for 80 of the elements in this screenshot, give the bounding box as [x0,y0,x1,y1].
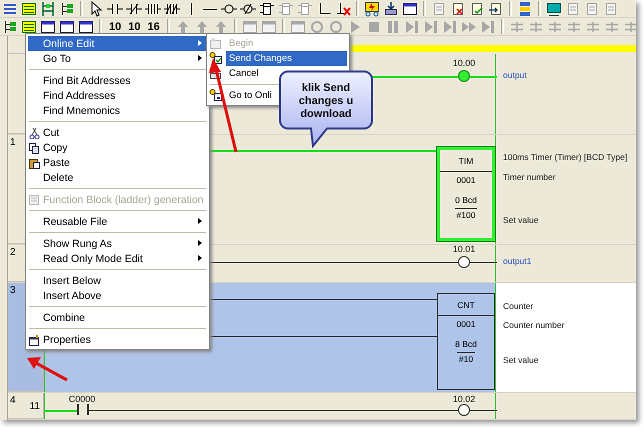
document-icon[interactable] [450,0,466,16]
number-base-button[interactable]: 10 [126,20,142,32]
go-online-icon [209,89,222,102]
rung-number: 4 [10,395,16,406]
address-label: 10.02 [452,394,476,404]
address-label: C0000 [68,394,96,404]
submenu-arrow-icon [198,255,202,261]
menu-item[interactable]: Combine [28,310,207,325]
window-icon[interactable] [59,18,75,34]
tree-icon[interactable] [2,18,18,34]
menu-item[interactable]: Copy [28,140,207,155]
scissors-icon [28,126,40,138]
window-icon[interactable] [402,0,418,16]
menu-item[interactable]: Find Addresses [28,88,207,103]
window-icon[interactable] [78,18,94,34]
rung-comment: Set value [503,215,538,225]
menu-item[interactable]: Online Edit [28,36,207,51]
menu-item[interactable]: Properties [28,332,207,347]
function-block-icon [28,194,40,206]
rung-list-icon[interactable] [21,0,37,16]
rung-comment: 100ms Timer (Timer) [BCD Type] [503,152,628,162]
rung-comment: output [503,70,527,80]
menu-item[interactable]: Read Only Mode Edit [28,251,207,266]
rung-comment: Counter number [503,320,564,330]
rung-wire [470,76,497,78]
submenu-arrow-icon [198,218,202,224]
tree-icon[interactable] [59,0,75,16]
menu-item[interactable]: Find Mnemonics [28,103,207,118]
copy-icon [28,142,40,154]
delete-icon[interactable] [335,0,351,16]
submenu-arrow-icon [198,240,202,246]
rung-list-icon[interactable] [21,18,37,34]
menu-item[interactable]: Insert Below [28,273,207,288]
callout-text: klik Send changes u download [298,82,354,121]
rung-wire [470,410,497,411]
download-icon[interactable] [383,0,399,16]
rung-comment: Set value [503,355,538,365]
operand-label: 0001 [456,319,476,329]
document-icon[interactable] [488,0,504,16]
menu-item[interactable]: Find Bit Addresses [28,73,207,88]
begin-icon [209,37,222,50]
step-number: 11 [30,401,40,412]
operand-label: 0001 [456,175,476,185]
address-label: 10.01 [452,244,476,254]
instruction-label: CNT [457,300,475,310]
submenu-arrow-icon [198,40,202,46]
set-value-label: #10 [456,352,476,364]
monitor-icon[interactable] [546,0,562,16]
submenu-arrow-icon [198,55,202,61]
properties-icon [28,334,40,346]
rung-number: 2 [10,247,16,258]
menu-item[interactable]: Go To [28,51,207,66]
paste-icon [28,156,40,168]
menu-item[interactable]: Reusable File [28,214,207,229]
ladder-icon[interactable] [40,0,56,16]
menu-item[interactable]: Cut [28,125,207,140]
menu-item[interactable]: Delete [28,170,207,185]
contact-symbol [77,404,89,415]
menu-item[interactable]: Paste [28,155,207,170]
number-base-button[interactable]: 10 [107,20,124,32]
present-value-label: 0 Bcd [455,195,477,205]
rung-wire [470,262,497,263]
set-value-label: #100 [454,208,478,220]
document-icon[interactable] [469,0,485,16]
present-value-label: 8 Bcd [455,339,477,349]
rung-number: 1 [10,137,16,148]
rung-number: 3 [10,285,16,296]
menu-item[interactable]: Show Rung As [28,236,207,251]
address-label: 10.00 [452,58,476,68]
rung-comment: output1 [503,256,532,266]
rung-wire [45,410,77,412]
window-icon[interactable] [40,18,56,34]
rung-comment: Timer number [503,172,556,182]
number-base-button[interactable]: 16 [146,20,162,32]
rung-comment: Counter [503,301,534,311]
menu-item[interactable]: Insert Above [28,288,207,303]
stack-icon[interactable] [517,0,533,16]
online-icon[interactable] [364,0,380,16]
function-block-icon[interactable] [259,0,275,16]
instruction-label: TIM [458,156,474,166]
